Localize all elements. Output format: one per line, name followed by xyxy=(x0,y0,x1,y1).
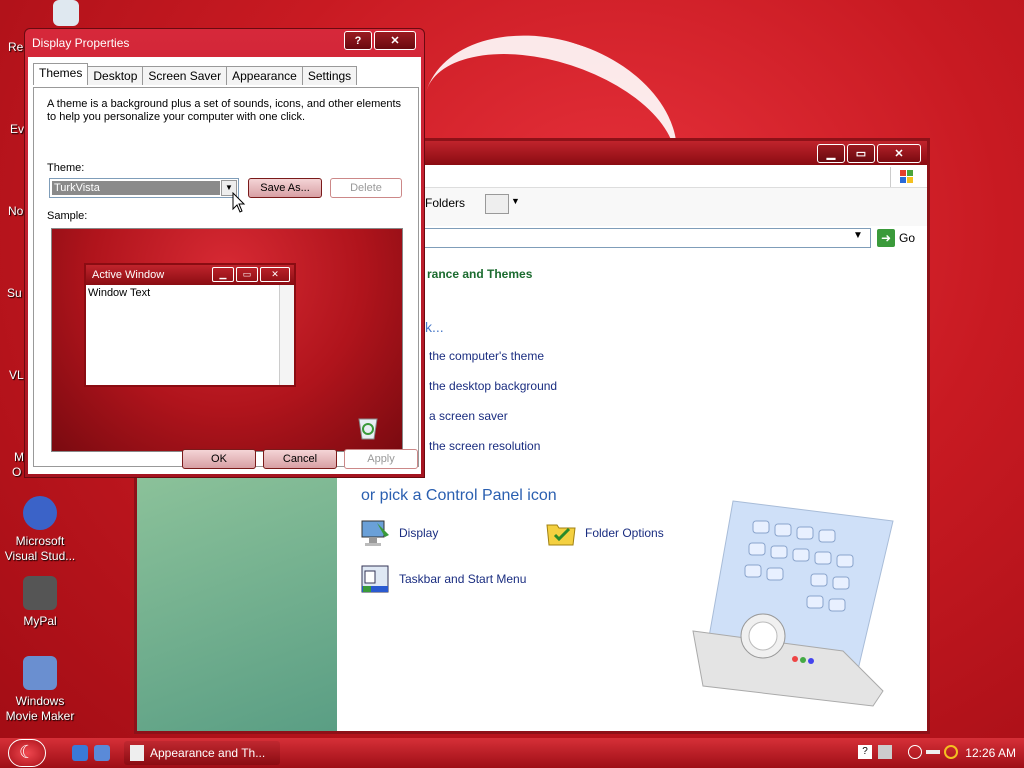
task-link-screensaver[interactable]: a screen saver xyxy=(429,409,508,423)
close-button[interactable]: ✕ xyxy=(374,31,416,50)
desktop-icon-visual-studio[interactable]: Microsoft Visual Stud... xyxy=(0,496,80,564)
cancel-button[interactable]: Cancel xyxy=(263,449,337,469)
close-button[interactable]: ✕ xyxy=(877,144,921,163)
desktop-label-clipped[interactable]: No xyxy=(8,204,23,218)
save-as-button[interactable]: Save As... xyxy=(248,178,322,198)
help-button[interactable]: ? xyxy=(344,31,372,50)
mypal-icon xyxy=(23,576,57,610)
tab-appearance[interactable]: Appearance xyxy=(226,66,303,85)
mouse-cursor-icon xyxy=(232,192,246,213)
desktop-label-clipped[interactable]: Re xyxy=(8,40,23,54)
views-icon[interactable] xyxy=(485,194,509,214)
cp-icon-folder-options[interactable]: Folder Options xyxy=(545,517,664,549)
taskbar: Appearance and Th... ? 12:26 AM xyxy=(0,738,1024,768)
desktop-label-clipped[interactable]: Su xyxy=(7,286,22,300)
help-icon[interactable]: ? xyxy=(858,745,872,759)
tab-screen-saver[interactable]: Screen Saver xyxy=(142,66,228,85)
desktop-label-clipped[interactable]: Ev xyxy=(10,122,24,136)
desktop-icon-label: Windows Movie Maker xyxy=(5,694,75,723)
sample-label: Sample: xyxy=(47,210,88,222)
network-icon[interactable] xyxy=(908,745,922,759)
tab-settings[interactable]: Settings xyxy=(301,66,358,85)
tab-themes[interactable]: Themes xyxy=(33,63,89,85)
recycle-bin-icon[interactable] xyxy=(26,0,106,30)
visual-studio-icon xyxy=(23,496,57,530)
go-button[interactable]: ➜ Go xyxy=(877,229,915,247)
recycle-bin-icon xyxy=(53,0,79,26)
cp-icon-label: Folder Options xyxy=(585,526,664,540)
cp-icon-label: Taskbar and Start Menu xyxy=(399,572,527,586)
go-label: Go xyxy=(899,231,916,245)
volume-icon[interactable] xyxy=(878,745,892,759)
ok-button[interactable]: OK xyxy=(182,449,256,469)
folders-button[interactable]: Folders xyxy=(425,196,465,210)
display-icon xyxy=(361,520,389,546)
sample-scrollbar xyxy=(279,285,294,385)
desktop-icon-movie-maker[interactable]: Windows Movie Maker xyxy=(0,656,80,724)
clock[interactable]: 12:26 AM xyxy=(965,746,1016,760)
recycle-bin-icon xyxy=(358,418,378,440)
taskbar-button-appearance[interactable]: Appearance and Th... xyxy=(124,741,280,765)
tab-strip: Themes Desktop Screen Saver Appearance S… xyxy=(33,63,358,85)
theme-sample-preview: Active Window ▁ ▭ ✕ Window Text xyxy=(51,228,403,452)
control-panel-art-icon xyxy=(692,500,894,707)
desktop-label-clipped[interactable]: O xyxy=(12,465,21,479)
delete-button[interactable]: Delete xyxy=(330,178,402,198)
sample-minimize-icon: ▁ xyxy=(212,267,234,282)
go-arrow-icon: ➜ xyxy=(877,229,895,247)
maximize-button[interactable]: ▭ xyxy=(847,144,875,163)
views-dropdown-icon[interactable]: ▼ xyxy=(511,196,520,206)
taskbar-button-label: Appearance and Th... xyxy=(150,746,266,760)
movie-maker-icon xyxy=(23,656,57,690)
sample-close-icon: ✕ xyxy=(260,267,290,282)
cp-icon-display[interactable]: Display xyxy=(359,517,438,549)
address-dropdown-icon[interactable]: ▼ xyxy=(853,230,863,241)
cp-icon-label: Display xyxy=(399,526,439,540)
desktop-label-clipped[interactable]: VL xyxy=(9,368,24,382)
show-desktop-icon[interactable] xyxy=(94,745,110,761)
theme-select-value: TurkVista xyxy=(52,181,220,195)
tray-minus-icon[interactable] xyxy=(926,750,940,754)
taskbar-start-menu-icon xyxy=(361,565,389,593)
desktop-icon-mypal[interactable]: MyPal xyxy=(0,576,80,629)
theme-label: Theme: xyxy=(47,162,85,174)
control-panel-icon xyxy=(130,745,144,761)
apply-button[interactable]: Apply xyxy=(344,449,418,469)
minimize-button[interactable]: ▁ xyxy=(817,144,845,163)
tab-desktop[interactable]: Desktop xyxy=(87,66,144,85)
pick-task-heading: k... xyxy=(425,319,444,335)
theme-select[interactable]: TurkVista ▼ xyxy=(49,178,239,198)
sample-active-window: Active Window ▁ ▭ ✕ Window Text xyxy=(84,263,296,387)
desktop-label-clipped[interactable]: M xyxy=(14,450,24,464)
search-icon[interactable] xyxy=(944,745,958,759)
windows-logo-icon xyxy=(890,167,921,187)
desktop-icon-label: MyPal xyxy=(23,614,57,628)
task-link-theme[interactable]: the computer's theme xyxy=(429,349,544,363)
dialog-body: Themes Desktop Screen Saver Appearance S… xyxy=(28,57,421,474)
sample-maximize-icon: ▭ xyxy=(236,267,258,282)
display-properties-dialog: Display Properties ? ✕ Themes Desktop Sc… xyxy=(24,28,425,478)
sample-window-text: Window Text xyxy=(88,287,151,299)
category-title: rance and Themes xyxy=(427,267,533,281)
cp-icon-taskbar[interactable]: Taskbar and Start Menu xyxy=(359,563,526,595)
theme-description: A theme is a background plus a set of so… xyxy=(47,98,402,123)
task-link-background[interactable]: the desktop background xyxy=(429,379,557,393)
pick-icon-heading: or pick a Control Panel icon xyxy=(361,487,557,504)
task-link-resolution[interactable]: the screen resolution xyxy=(429,439,540,453)
themes-panel: A theme is a background plus a set of so… xyxy=(33,87,419,467)
desktop-icon-label: Microsoft Visual Stud... xyxy=(4,534,76,563)
internet-explorer-icon[interactable] xyxy=(72,745,88,761)
folder-options-icon xyxy=(546,524,576,546)
system-tray: ? 12:26 AM xyxy=(848,738,1024,768)
start-button[interactable] xyxy=(8,739,46,767)
